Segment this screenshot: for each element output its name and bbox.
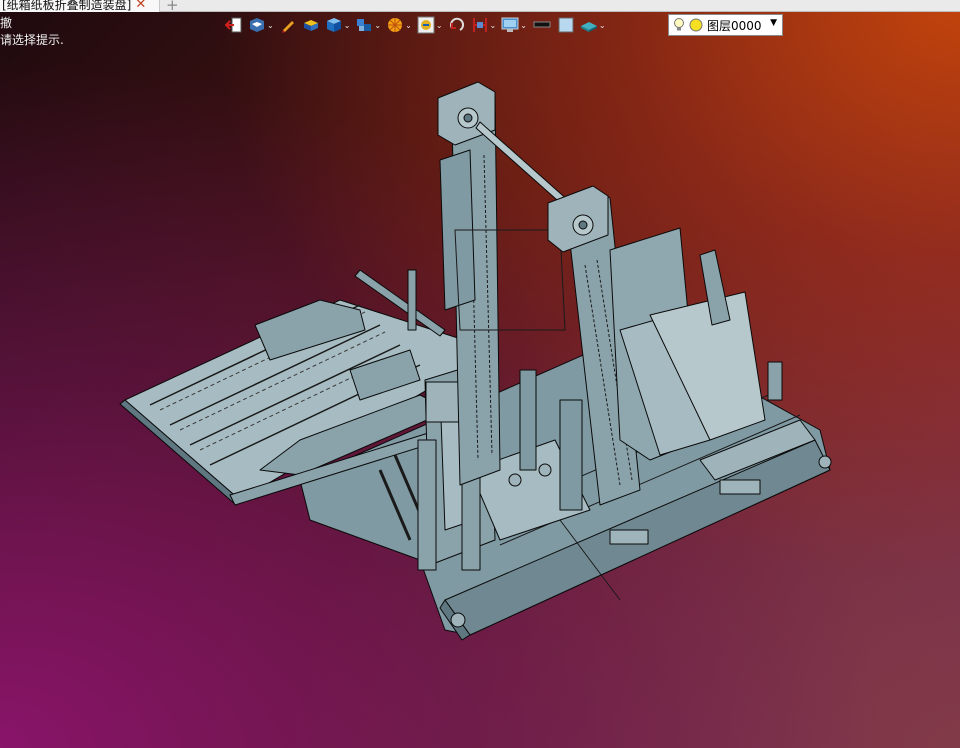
chevron-down-icon[interactable]: ⌄ [490, 21, 497, 30]
material-icon [580, 22, 597, 32]
render-mode-button[interactable]: ⌄ [416, 15, 444, 35]
document-tab[interactable]: [纸箱纸板折叠制造装盘] ✕ [0, 0, 160, 12]
lightbulb-icon[interactable] [673, 17, 685, 33]
chevron-down-icon[interactable]: ⌄ [344, 21, 351, 30]
cube-icon [326, 18, 341, 32]
line-style-button[interactable] [531, 15, 553, 35]
section-icon [472, 18, 487, 32]
cube-button[interactable]: ⌄ [324, 15, 352, 35]
layer-select[interactable]: 图层0000 ▼ [668, 14, 783, 36]
section-button[interactable]: ⌄ [470, 15, 498, 35]
chevron-down-icon[interactable]: ⌄ [436, 21, 443, 30]
new-tab-icon[interactable]: + [166, 0, 179, 14]
multi-view-button[interactable]: ⌄ [354, 15, 382, 35]
line-style-icon [533, 21, 551, 28]
layer-box-icon [303, 20, 318, 31]
rotate-button[interactable] [447, 15, 467, 35]
rotate-icon [449, 17, 464, 31]
pencil-icon [281, 21, 294, 33]
chevron-down-icon[interactable]: ⌄ [405, 21, 412, 30]
document-tab-bar: [纸箱纸板折叠制造装盘] ✕ + [0, 0, 960, 14]
exit-icon [225, 17, 242, 33]
view-icon [250, 18, 264, 32]
fill-color-button[interactable] [556, 15, 576, 35]
document-tab-title: [纸箱纸板折叠制造装盘] [2, 0, 132, 12]
material-button[interactable]: ⌄ [579, 15, 607, 35]
view-toolbar: ⌄ ⌄ ⌄ ⌄ ⌄ ⌄ ⌄ ⌄ [224, 14, 607, 36]
chevron-down-icon[interactable]: ⌄ [520, 21, 527, 30]
layer-box-button[interactable] [301, 15, 321, 35]
color-wheel-button[interactable]: ⌄ [385, 15, 413, 35]
layer-status-icon[interactable] [689, 18, 703, 32]
chevron-down-icon[interactable]: ⌄ [599, 21, 606, 30]
chevron-down-icon[interactable]: ⌄ [267, 21, 274, 30]
display-button[interactable]: ⌄ [500, 15, 528, 35]
color-wheel-icon [388, 18, 403, 32]
close-icon[interactable]: ✕ [135, 0, 146, 12]
chevron-down-icon[interactable]: ⌄ [374, 21, 381, 30]
view-button[interactable]: ⌄ [247, 15, 275, 35]
cad-model-viewport[interactable] [0, 40, 960, 748]
chevron-down-icon[interactable]: ▼ [770, 18, 777, 28]
command-name: 撤 [0, 16, 13, 30]
fill-color-icon [558, 17, 574, 33]
display-icon [501, 17, 519, 32]
exit-button[interactable] [224, 15, 244, 35]
multi-view-icon [357, 19, 372, 31]
render-mode-icon [417, 16, 435, 34]
layer-name: 图层0000 [707, 18, 762, 33]
pencil-button[interactable] [278, 15, 298, 35]
folding-machine-model [119, 81, 832, 641]
